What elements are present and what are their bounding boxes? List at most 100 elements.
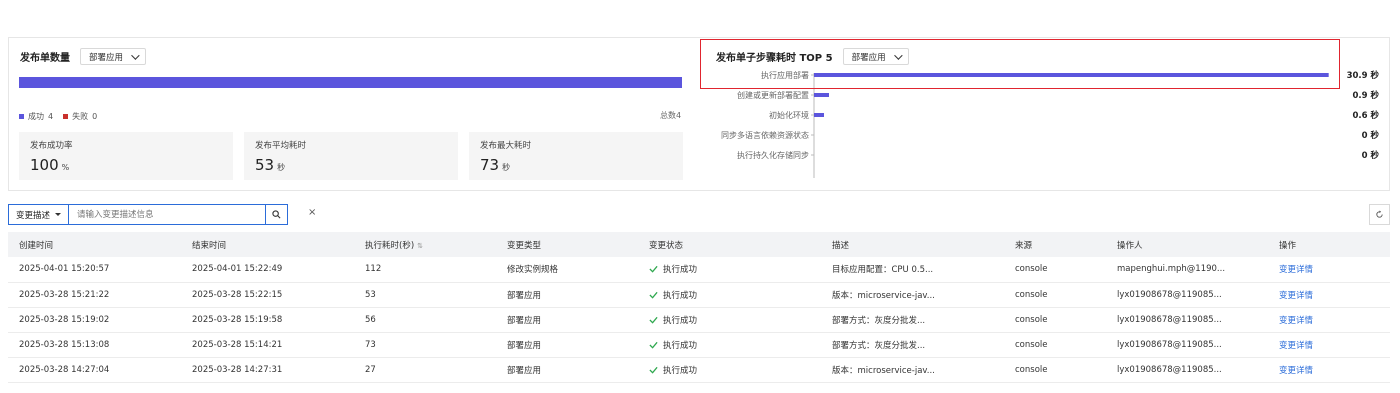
cell-ended: 2025-04-01 15:22:49 — [192, 264, 283, 275]
col-action: 操作 — [1279, 240, 1297, 251]
cell-ended: 2025-03-28 15:14:21 — [192, 339, 283, 350]
cell-action[interactable]: 变更详情 — [1268, 282, 1390, 307]
total-count: 总数4 — [660, 111, 682, 120]
bar — [814, 113, 824, 117]
cell-status: 执行成功 — [638, 282, 821, 307]
cell-action[interactable]: 变更详情 — [1268, 257, 1390, 282]
change-detail-link[interactable]: 变更详情 — [1279, 291, 1313, 301]
col-status: 变更状态 — [649, 240, 684, 251]
col-desc: 描述 — [832, 240, 850, 251]
table-header: 创建时间 结束时间 执行耗时(秒) ⇅ 变更类型 变更状态 描述 来源 操作人 操… — [8, 232, 1390, 257]
status-badge: 执行成功 — [649, 364, 821, 376]
highlight-box — [700, 39, 1340, 89]
filter-select[interactable]: 变更描述 — [8, 204, 68, 225]
cell-ended: 2025-03-28 15:19:58 — [192, 314, 283, 325]
cell-operator: lyx01908678@119085... — [1117, 289, 1222, 300]
bar-value-label: 0 秒 — [1362, 130, 1380, 141]
y-tick-label: 初始化环境 — [769, 110, 809, 120]
cell-duration: 56 — [365, 314, 376, 325]
search-input[interactable] — [68, 204, 266, 225]
clear-icon[interactable]: × — [308, 207, 316, 218]
change-detail-link[interactable]: 变更详情 — [1279, 341, 1313, 351]
refresh-button[interactable] — [1369, 204, 1390, 225]
stat-avg-duration: 发布平均耗时 53 秒 — [244, 132, 458, 180]
cell-type: 修改实例规格 — [507, 265, 559, 276]
status-badge: 执行成功 — [649, 289, 821, 301]
col-ended: 结束时间 — [192, 240, 227, 251]
cell-ended: 2025-03-28 15:22:15 — [192, 289, 283, 300]
stat-label: 发布成功率 — [30, 141, 73, 151]
legend-swatch — [63, 114, 69, 119]
change-detail-link[interactable]: 变更详情 — [1279, 366, 1313, 376]
stat-label: 发布最大耗时 — [480, 141, 532, 151]
bar-value-label: 30.9 秒 — [1347, 70, 1380, 81]
cell-source: console — [1015, 364, 1048, 375]
check-icon — [649, 366, 658, 374]
status-text: 执行成功 — [663, 290, 698, 301]
stat-number: 100 — [30, 156, 59, 174]
stat-unit: 秒 — [277, 163, 286, 172]
status-badge: 执行成功 — [649, 314, 821, 326]
cell-action[interactable]: 变更详情 — [1268, 332, 1390, 357]
table-row: 2025-03-28 15:13:08 2025-03-28 15:14:21 73… — [8, 332, 1390, 357]
release-count-bar — [19, 77, 682, 88]
bar-value-label: 0.9 秒 — [1352, 90, 1379, 101]
check-icon — [649, 266, 658, 273]
col-source: 来源 — [1015, 240, 1033, 251]
check-icon — [649, 341, 658, 349]
cell-duration: 112 — [365, 264, 382, 275]
cell-action[interactable]: 变更详情 — [1268, 357, 1390, 382]
cell-duration: 27 — [365, 364, 376, 375]
search-icon — [272, 210, 281, 219]
legend-failed: 失败 0 — [63, 111, 97, 122]
release-legend: 成功 4 失败 0 — [19, 111, 97, 122]
table-row: 2025-03-28 15:19:02 2025-03-28 15:19:58 56… — [8, 307, 1390, 332]
cell-source: console — [1015, 264, 1048, 275]
table-row: 2025-04-01 15:20:57 2025-04-01 15:22:49 11… — [8, 257, 1390, 282]
cell-desc: 版本：microservice-jav... — [832, 290, 935, 301]
cell-created: 2025-03-28 15:21:22 — [19, 289, 110, 300]
cell-operator: lyx01908678@119085... — [1117, 364, 1222, 375]
legend-success-count: 4 — [48, 112, 54, 121]
col-type: 变更类型 — [507, 240, 542, 251]
cell-desc: 部署方式：灰度分批发... — [832, 315, 926, 326]
cell-action[interactable]: 变更详情 — [1268, 307, 1390, 332]
stat-number: 53 — [255, 156, 275, 174]
status-text: 执行成功 — [663, 365, 698, 376]
col-created: 创建时间 — [19, 240, 54, 251]
status-text: 执行成功 — [663, 315, 698, 326]
release-count-dropdown[interactable]: 部署应用 — [80, 48, 147, 65]
change-detail-link[interactable]: 变更详情 — [1279, 265, 1313, 275]
chevron-down-icon — [131, 50, 140, 60]
cell-source: console — [1015, 289, 1048, 300]
col-duration[interactable]: 执行耗时(秒) ⇅ — [354, 232, 496, 257]
table-row: 2025-03-28 14:27:04 2025-03-28 14:27:31 27… — [8, 357, 1390, 382]
refresh-icon — [1376, 210, 1383, 218]
cell-created: 2025-03-28 14:27:04 — [19, 364, 110, 375]
legend-failed-label: 失败 — [72, 112, 89, 121]
col-duration-label: 执行耗时(秒) — [365, 240, 415, 251]
cell-type: 部署应用 — [507, 340, 542, 351]
dropdown-label: 部署应用 — [89, 52, 124, 63]
legend-failed-count: 0 — [92, 112, 98, 121]
status-text: 执行成功 — [663, 340, 698, 351]
cell-source: console — [1015, 314, 1048, 325]
cell-status: 执行成功 — [638, 357, 821, 382]
check-icon — [649, 316, 658, 324]
cell-duration: 73 — [365, 339, 376, 350]
change-table: 创建时间 结束时间 执行耗时(秒) ⇅ 变更类型 变更状态 描述 来源 操作人 操… — [8, 232, 1390, 383]
sort-icon[interactable]: ⇅ — [417, 242, 423, 250]
release-count-title: 发布单数量 — [20, 53, 70, 64]
search-button[interactable] — [266, 204, 288, 225]
change-detail-link[interactable]: 变更详情 — [1279, 316, 1313, 326]
stat-label: 发布平均耗时 — [255, 141, 307, 151]
cell-type: 部署应用 — [507, 365, 542, 376]
status-badge: 执行成功 — [649, 263, 821, 275]
bar-value-label: 0.6 秒 — [1352, 110, 1379, 121]
stat-unit: % — [61, 163, 70, 172]
legend-swatch — [19, 114, 24, 119]
stat-max-duration: 发布最大耗时 73 秒 — [469, 132, 683, 180]
bar — [814, 93, 829, 97]
y-tick-label: 执行持久化存储同步 — [737, 150, 809, 160]
table-row: 2025-03-28 15:21:22 2025-03-28 15:22:15 53… — [8, 282, 1390, 307]
